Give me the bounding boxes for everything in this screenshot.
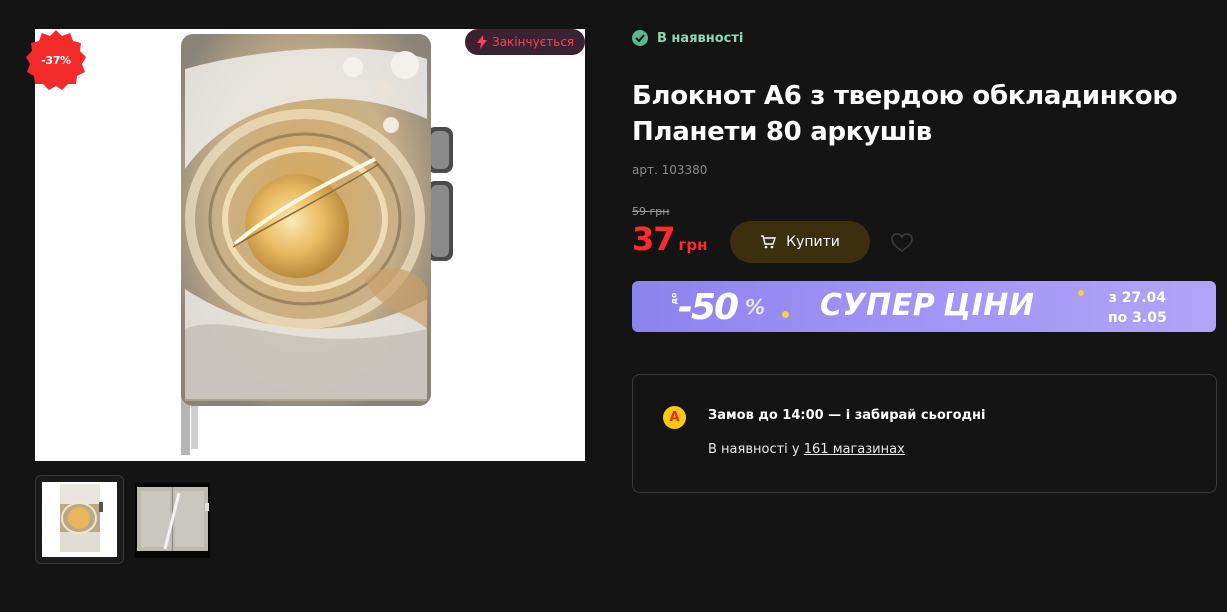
thumbnail-open[interactable] bbox=[130, 475, 219, 564]
discount-badge: -37% bbox=[26, 30, 86, 90]
old-price: 59 грн bbox=[632, 205, 670, 218]
promo-dates: з 27.04 по 3.05 bbox=[1108, 288, 1167, 328]
lightning-icon bbox=[477, 35, 487, 49]
promo-title-word1: СУПЕР bbox=[820, 288, 936, 323]
ending-soon-text: Закінчується bbox=[492, 35, 575, 49]
promo-percent: % bbox=[745, 295, 766, 319]
promo-date-from: з 27.04 bbox=[1108, 290, 1166, 306]
price-value: 37 bbox=[632, 220, 676, 258]
stock-status-text: В наявності bbox=[657, 30, 744, 46]
price-currency: грн bbox=[678, 236, 708, 254]
super-prices-banner[interactable]: до -50 % СУПЕР ЦІНИ з 27.04 по 3.05 bbox=[632, 281, 1216, 332]
discount-badge-text: -37% bbox=[41, 53, 71, 67]
thumbnail-cover-image bbox=[42, 482, 117, 557]
thumbnail-cover[interactable] bbox=[35, 475, 124, 564]
product-sku: арт. 103380 bbox=[632, 163, 708, 177]
promo-dot bbox=[1078, 290, 1084, 296]
promo-dot bbox=[782, 311, 789, 318]
current-price: 37 грн bbox=[632, 220, 707, 258]
buy-button[interactable]: Купити bbox=[730, 221, 870, 263]
thumbnail-open-image bbox=[135, 483, 210, 558]
favorite-heart-icon[interactable] bbox=[891, 233, 913, 253]
stores-link[interactable]: 161 магазинах bbox=[804, 442, 905, 457]
product-page: -37% Закінчується В наявності Блокнот А6… bbox=[0, 0, 1227, 612]
promo-title: СУПЕР ЦІНИ bbox=[820, 288, 1034, 323]
promo-title-word2: ЦІНИ bbox=[943, 288, 1035, 323]
stock-status: В наявності bbox=[632, 29, 743, 47]
promo-date-to: по 3.05 bbox=[1108, 310, 1167, 326]
pickup-order-text: Замов до 14:00 — і забирай сьогодні bbox=[708, 408, 986, 423]
promo-discount: -50 bbox=[678, 287, 739, 328]
product-main-image[interactable] bbox=[35, 29, 585, 461]
pickup-info-card: А Замов до 14:00 — і забирай сьогодні В … bbox=[632, 374, 1217, 493]
store-logo-icon: А bbox=[663, 406, 686, 429]
check-icon bbox=[632, 30, 648, 46]
pickup-availability: В наявності у 161 магазинах bbox=[708, 442, 905, 457]
availability-prefix: В наявності у bbox=[708, 442, 804, 457]
product-title: Блокнот А6 з твердою обкладинкою Планети… bbox=[632, 81, 1178, 147]
buy-button-label: Купити bbox=[786, 234, 840, 250]
ending-soon-badge: Закінчується bbox=[465, 29, 585, 55]
cart-icon bbox=[761, 235, 777, 249]
